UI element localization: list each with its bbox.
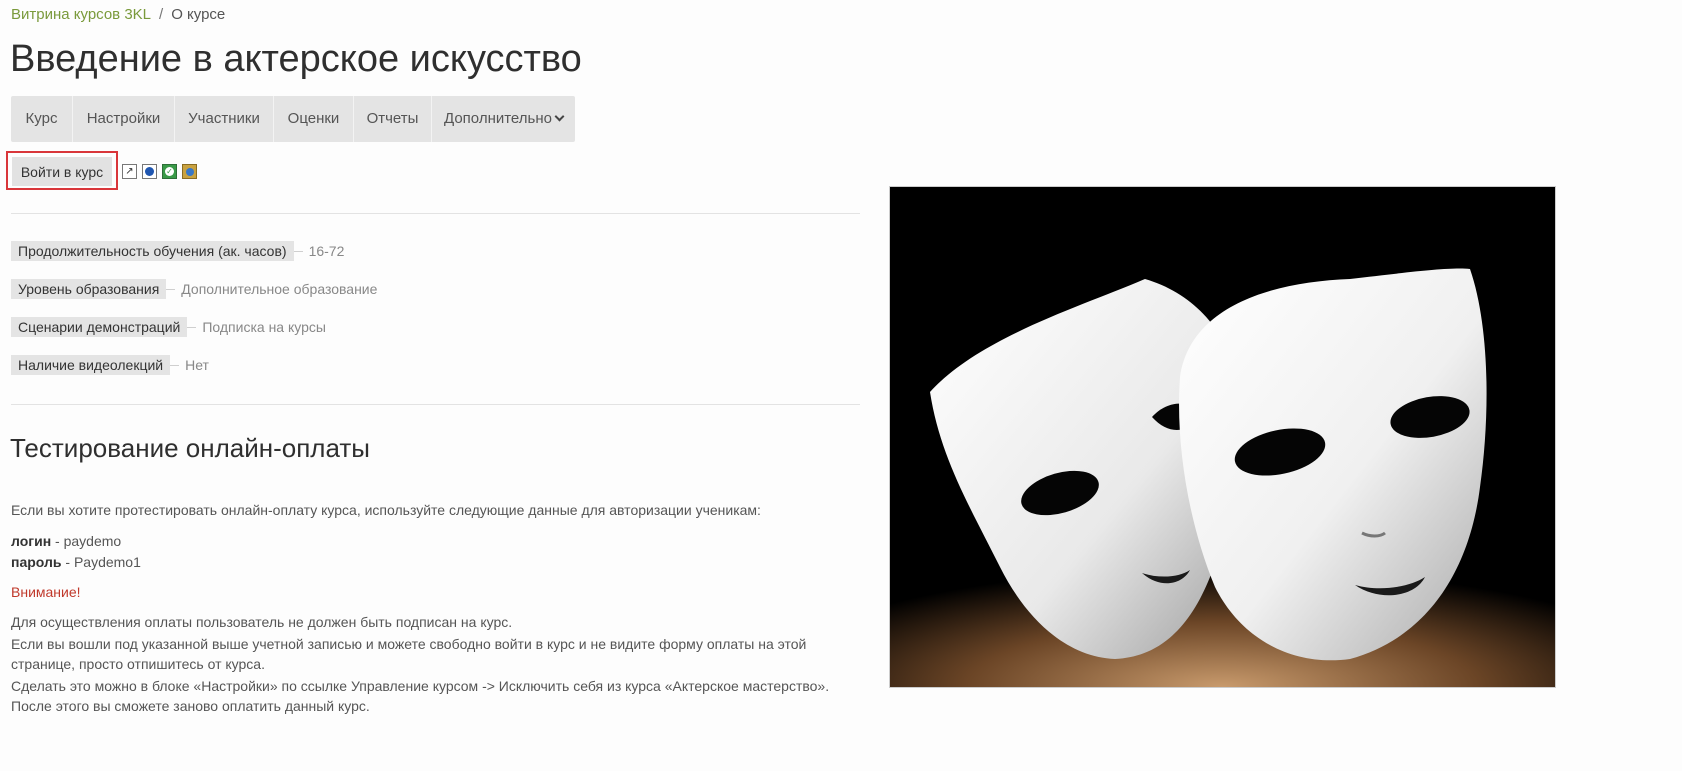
chevron-down-icon [554, 111, 565, 122]
course-nav: Курс Настройки Участники Оценки Отчеты Д… [11, 96, 575, 142]
video-icon[interactable] [142, 164, 157, 179]
field-label: Сценарии демонстраций [11, 317, 188, 337]
section-title: Тестирование онлайн-оплаты [10, 433, 370, 463]
field-value: Нет [185, 357, 209, 373]
login-line: логин - paydemo [11, 531, 121, 551]
field-connector [293, 250, 303, 252]
field-label: Уровень образования [11, 279, 167, 299]
nav-item-participants[interactable]: Участники [175, 96, 274, 142]
nav-item-grades[interactable]: Оценки [274, 96, 354, 142]
field-label: Наличие видеолекций [11, 355, 171, 375]
nav-item-settings[interactable]: Настройки [73, 96, 175, 142]
divider [11, 404, 860, 405]
instruction-line: странице, просто отпишитесь от курса. [11, 656, 265, 672]
password-line: пароль - Paydemo1 [11, 552, 141, 572]
theatre-masks-image [889, 186, 1556, 688]
page-title: Введение в актерское искусство [10, 38, 582, 80]
nav-item-label: Курс [25, 110, 58, 127]
field-connector [187, 326, 197, 328]
checkmark-icon[interactable]: ✓ [162, 164, 177, 179]
nav-item-label: Настройки [86, 110, 161, 127]
field-label: Продолжительность обучения (ак. часов) [11, 241, 294, 261]
external-link-icon[interactable]: ↗ [122, 164, 137, 179]
divider [11, 213, 860, 214]
field-row-video-lectures: Наличие видеолекций Нет [11, 355, 209, 375]
instruction-line: После этого вы сможете заново оплатить д… [11, 698, 370, 714]
nav-item-label: Отчеты [366, 110, 419, 127]
instruction-line: Сделать это можно в блоке «Настройки» по… [11, 678, 830, 694]
warning-text: Внимание! [11, 584, 81, 600]
warning-line: Внимание! [11, 582, 81, 602]
login-value: - paydemo [55, 533, 122, 549]
nav-item-reports[interactable]: Отчеты [354, 96, 432, 142]
nav-item-label: Оценки [287, 110, 340, 127]
login-label: логин [11, 533, 52, 549]
field-value: Подписка на курсы [202, 319, 326, 335]
enrol-button[interactable]: Войти в курс [12, 157, 112, 186]
password-label: пароль [11, 554, 62, 570]
field-row-education-level: Уровень образования Дополнительное образ… [11, 279, 377, 299]
field-value: Дополнительное образование [181, 281, 378, 297]
breadcrumb-link-showcase[interactable]: Витрина курсов 3KL [11, 6, 151, 23]
nav-item-course[interactable]: Курс [11, 96, 73, 142]
field-connector [166, 288, 176, 290]
field-row-demo-scenarios: Сценарии демонстраций Подписка на курсы [11, 317, 326, 337]
field-connector [170, 364, 180, 366]
field-value: 16-72 [308, 243, 345, 259]
instruction-line: Если вы вошли под указанной выше учетной… [11, 636, 807, 652]
section-intro: Если вы хотите протестировать онлайн-опл… [11, 502, 761, 518]
breadcrumb-current: О курсе [171, 6, 226, 23]
circle-icon[interactable] [182, 164, 197, 179]
nav-item-more[interactable]: Дополнительно [432, 96, 575, 142]
instruction-line: Для осуществления оплаты пользователь не… [11, 614, 513, 630]
breadcrumb-separator: / [159, 6, 164, 23]
enrol-icons: ↗ ✓ [122, 164, 197, 179]
nav-item-label: Дополнительно [444, 110, 552, 127]
breadcrumb: Витрина курсов 3KL / О курсе [11, 5, 225, 25]
field-row-duration: Продолжительность обучения (ак. часов) 1… [11, 241, 344, 261]
password-value: - Paydemo1 [65, 554, 141, 570]
enrol-highlight-frame: Войти в курс [6, 151, 118, 190]
nav-item-label: Участники [188, 110, 260, 127]
